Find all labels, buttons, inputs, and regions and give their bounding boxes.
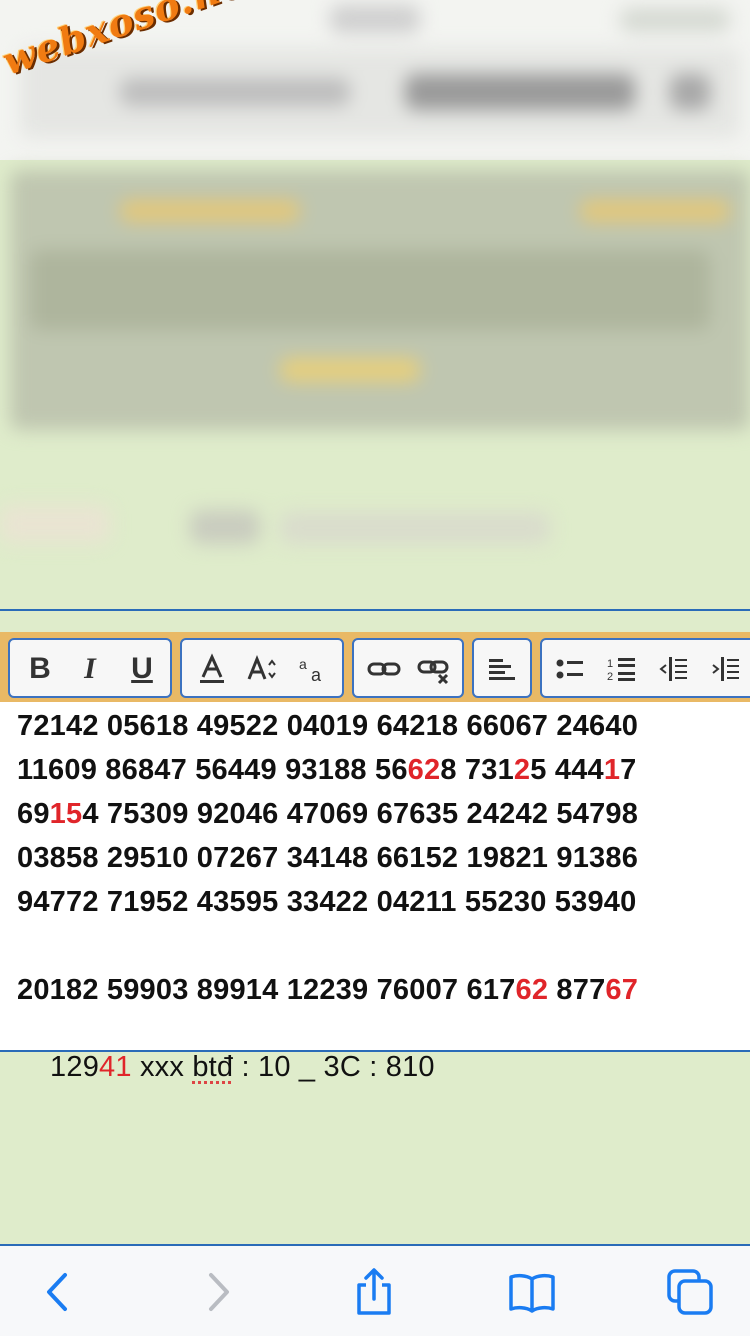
underline-button[interactable]: U — [120, 648, 164, 690]
row-text: 8 731 — [440, 754, 514, 786]
font-color-button[interactable] — [190, 648, 234, 690]
svg-text:a: a — [311, 665, 322, 685]
highlighted-digits: 62 — [515, 974, 549, 1006]
indent-icon — [712, 657, 739, 681]
subscript-icon: a a — [299, 656, 322, 685]
note-suffix: : 10 _ 3C : 810 — [233, 1051, 435, 1083]
row-text: 877 — [548, 974, 606, 1006]
row-text: 4 75309 92046 47069 67635 24242 54798 — [82, 798, 639, 830]
editor-content[interactable]: 72142 05618 49522 04019 64218 66067 2464… — [0, 702, 750, 1083]
browser-header-blurred: webxoso.net — [0, 0, 750, 160]
highlighted-digits: 2 — [513, 754, 531, 786]
svg-text:1: 1 — [607, 658, 613, 670]
list-group: 1 2 — [540, 638, 750, 698]
row-text: 5 444 — [530, 754, 604, 786]
row-text: 20182 59903 89914 12239 76007 617 — [17, 974, 516, 1006]
link-icon — [367, 662, 401, 676]
font-size-icon — [247, 654, 276, 680]
subscript-button[interactable]: a a — [292, 648, 336, 690]
bookmarks-button[interactable] — [502, 1264, 562, 1320]
font-group: a a — [180, 638, 344, 698]
link-group — [352, 638, 464, 698]
note-prefix: 129 — [50, 1051, 100, 1083]
numbered-list-icon: 1 2 — [607, 658, 635, 683]
unlink-button[interactable] — [412, 648, 456, 690]
editor-toolbar: B I U a a 1 2 — [0, 632, 750, 702]
tabs-icon — [667, 1269, 713, 1315]
row-text: 94772 71952 43595 33422 04211 55230 5394… — [17, 886, 637, 918]
editor-top-border — [0, 609, 750, 611]
outdent-button[interactable] — [652, 648, 696, 690]
bold-icon: B — [29, 652, 51, 685]
italic-icon: I — [84, 652, 96, 685]
number-row-5: 94772 71952 43595 33422 04211 55230 5394… — [17, 886, 636, 919]
outdent-icon — [659, 657, 687, 681]
font-size-button[interactable] — [240, 648, 284, 690]
chevron-right-icon — [209, 1273, 229, 1311]
bold-button[interactable]: B — [18, 648, 62, 690]
blurred-content-panel — [0, 160, 750, 610]
bullet-list-button[interactable] — [548, 648, 592, 690]
align-left-button[interactable] — [480, 648, 524, 690]
note-mid: xxx — [131, 1051, 193, 1083]
note-line: 12941 xxx btđ : 10 _ 3C : 810 — [17, 1018, 435, 1117]
row-text: 11609 86847 56449 93188 56 — [17, 754, 408, 786]
font-color-icon — [200, 653, 224, 683]
highlighted-digits: 15 — [49, 798, 83, 830]
unlink-icon — [417, 660, 449, 685]
share-button[interactable] — [344, 1264, 404, 1320]
svg-text:2: 2 — [607, 671, 613, 683]
row-text: 69 — [17, 798, 50, 830]
align-group — [472, 638, 532, 698]
number-row-1: 72142 05618 49522 04019 64218 66067 2464… — [17, 710, 638, 743]
note-highlight: 41 — [99, 1051, 132, 1083]
bullet-list-icon — [556, 659, 583, 679]
tabs-button[interactable] — [660, 1264, 720, 1320]
spellcheck-word: btđ — [192, 1051, 234, 1083]
back-button[interactable] — [30, 1264, 90, 1320]
format-group: B I U — [8, 638, 172, 698]
number-row-2: 11609 86847 56449 93188 56628 73125 4441… — [17, 754, 637, 787]
highlighted-digits: 1 — [603, 754, 621, 786]
book-icon — [509, 1273, 555, 1313]
highlighted-digits: 62 — [407, 754, 441, 786]
number-row-6: 20182 59903 89914 12239 76007 61762 8776… — [17, 974, 638, 1007]
highlighted-digits: 67 — [605, 974, 639, 1006]
numbered-list-button[interactable]: 1 2 — [600, 648, 644, 690]
number-row-3: 69154 75309 92046 47069 67635 24242 5479… — [17, 798, 638, 831]
browser-toolbar — [0, 1244, 750, 1336]
italic-button[interactable]: I — [68, 648, 112, 690]
number-row-4: 03858 29510 07267 34148 66152 19821 9138… — [17, 842, 638, 875]
chevron-left-icon — [47, 1273, 67, 1311]
align-left-icon — [489, 659, 515, 680]
underline-icon: U — [131, 652, 153, 685]
share-icon — [357, 1268, 391, 1315]
forward-button[interactable] — [186, 1264, 246, 1320]
indent-button[interactable] — [704, 648, 748, 690]
svg-text:a: a — [299, 656, 307, 672]
row-text: 72142 05618 49522 04019 64218 66067 2464… — [17, 710, 639, 742]
row-text: 03858 29510 07267 34148 66152 19821 9138… — [17, 842, 639, 874]
row-text: 7 — [620, 754, 637, 786]
insert-link-button[interactable] — [362, 648, 406, 690]
